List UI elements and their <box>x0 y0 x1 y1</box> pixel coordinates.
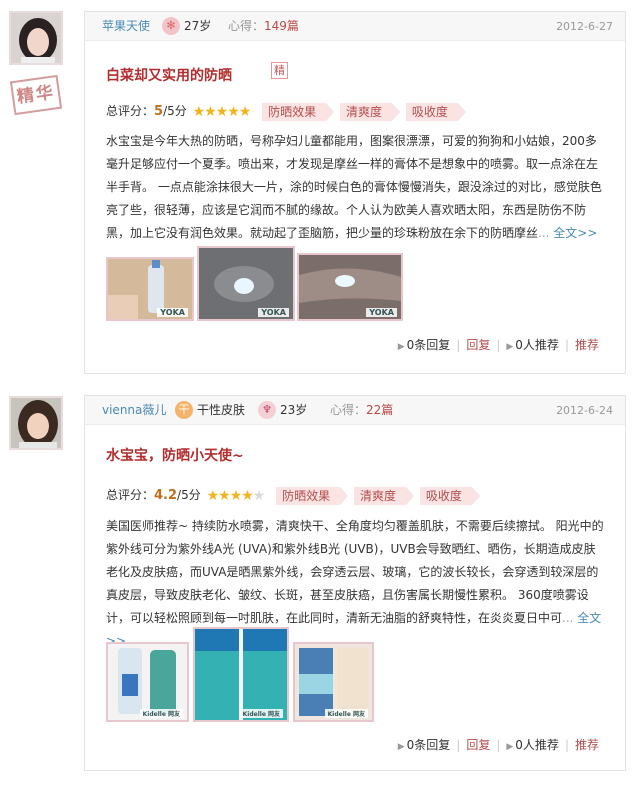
score-row: 总评分：4.2/5分 ★★★★★ 防晒效果 清爽度 吸收度 <box>106 485 480 505</box>
arrow-icon: ▶ <box>397 742 405 752</box>
arrow-icon: ▶ <box>506 742 514 752</box>
review-body: 美国医师推荐~ 持续防水喷雾，清爽快干、全角度均匀覆盖肌肤，不需要后续擦拭。 阳… <box>106 515 606 653</box>
divider: | <box>564 738 569 752</box>
username-link[interactable]: vienna薇儿 <box>102 396 166 425</box>
score-value: 4.2 <box>154 488 178 503</box>
divider: | <box>456 738 461 752</box>
photo-thumbnail[interactable]: Kidelle 网友 <box>293 642 374 722</box>
review-title[interactable]: 水宝宝，防晒小天使~ <box>106 445 244 465</box>
post-date: 2012-6-24 <box>556 404 613 417</box>
review-card: vienna薇儿 干干性皮肤 ♆ 23岁 心得：22篇 2012-6-24 水宝宝… <box>84 395 626 771</box>
tag-absorption[interactable]: 吸收度 <box>419 486 480 505</box>
review-body-text: 美国医师推荐~ 持续防水喷雾，清爽快干、全角度均匀覆盖肌肤，不需要后续擦拭。 阳… <box>106 519 604 625</box>
xinde-label: 心得： <box>330 403 367 417</box>
skin-info: 干干性皮肤 <box>175 396 245 425</box>
score-label: 总评分： <box>106 488 155 502</box>
avatar[interactable] <box>9 396 63 450</box>
thumb-caption: Kidelle 网友 <box>239 709 283 718</box>
recommend-count: 0人推荐 <box>515 738 559 752</box>
thumb-caption: Kidelle 网友 <box>139 709 183 718</box>
thumb-caption: Kidelle 网友 <box>324 709 368 718</box>
xinde-info: 心得：22篇 <box>330 396 393 425</box>
skin-type-text: 干性皮肤 <box>197 403 246 417</box>
reply-button[interactable]: 回复 <box>466 738 490 752</box>
review-actions: ▶ 0条回复 | 回复 | ▶ 0人推荐 | 推荐 <box>398 736 599 753</box>
review-header: vienna薇儿 干干性皮肤 ♆ 23岁 心得：22篇 2012-6-24 <box>85 396 625 425</box>
score-suffix: /5分 <box>177 488 201 502</box>
rating-stars-icon: ★★★★★ <box>206 487 266 504</box>
xinde-count[interactable]: 22篇 <box>366 403 393 417</box>
tag-sun-protection[interactable]: 防晒效果 <box>276 486 349 505</box>
divider: | <box>496 738 501 752</box>
age-info: ♆ 23岁 <box>258 396 307 425</box>
photo-thumbnail[interactable]: Kidelle 网友 <box>106 642 189 722</box>
lotus-icon: ♆ <box>258 400 276 419</box>
tag-refreshing[interactable]: 清爽度 <box>354 486 415 505</box>
skin-type-icon: 干 <box>175 400 193 419</box>
review-item: vienna薇儿 干干性皮肤 ♆ 23岁 心得：22篇 2012-6-24 水宝宝… <box>0 0 632 787</box>
photo-thumbnail[interactable]: Kidelle 网友 <box>193 627 289 722</box>
ellipsis: ... <box>562 611 574 625</box>
recommend-button[interactable]: 推荐 <box>575 738 599 752</box>
reply-count: 0条回复 <box>406 738 451 752</box>
age-text: 23岁 <box>280 403 308 417</box>
